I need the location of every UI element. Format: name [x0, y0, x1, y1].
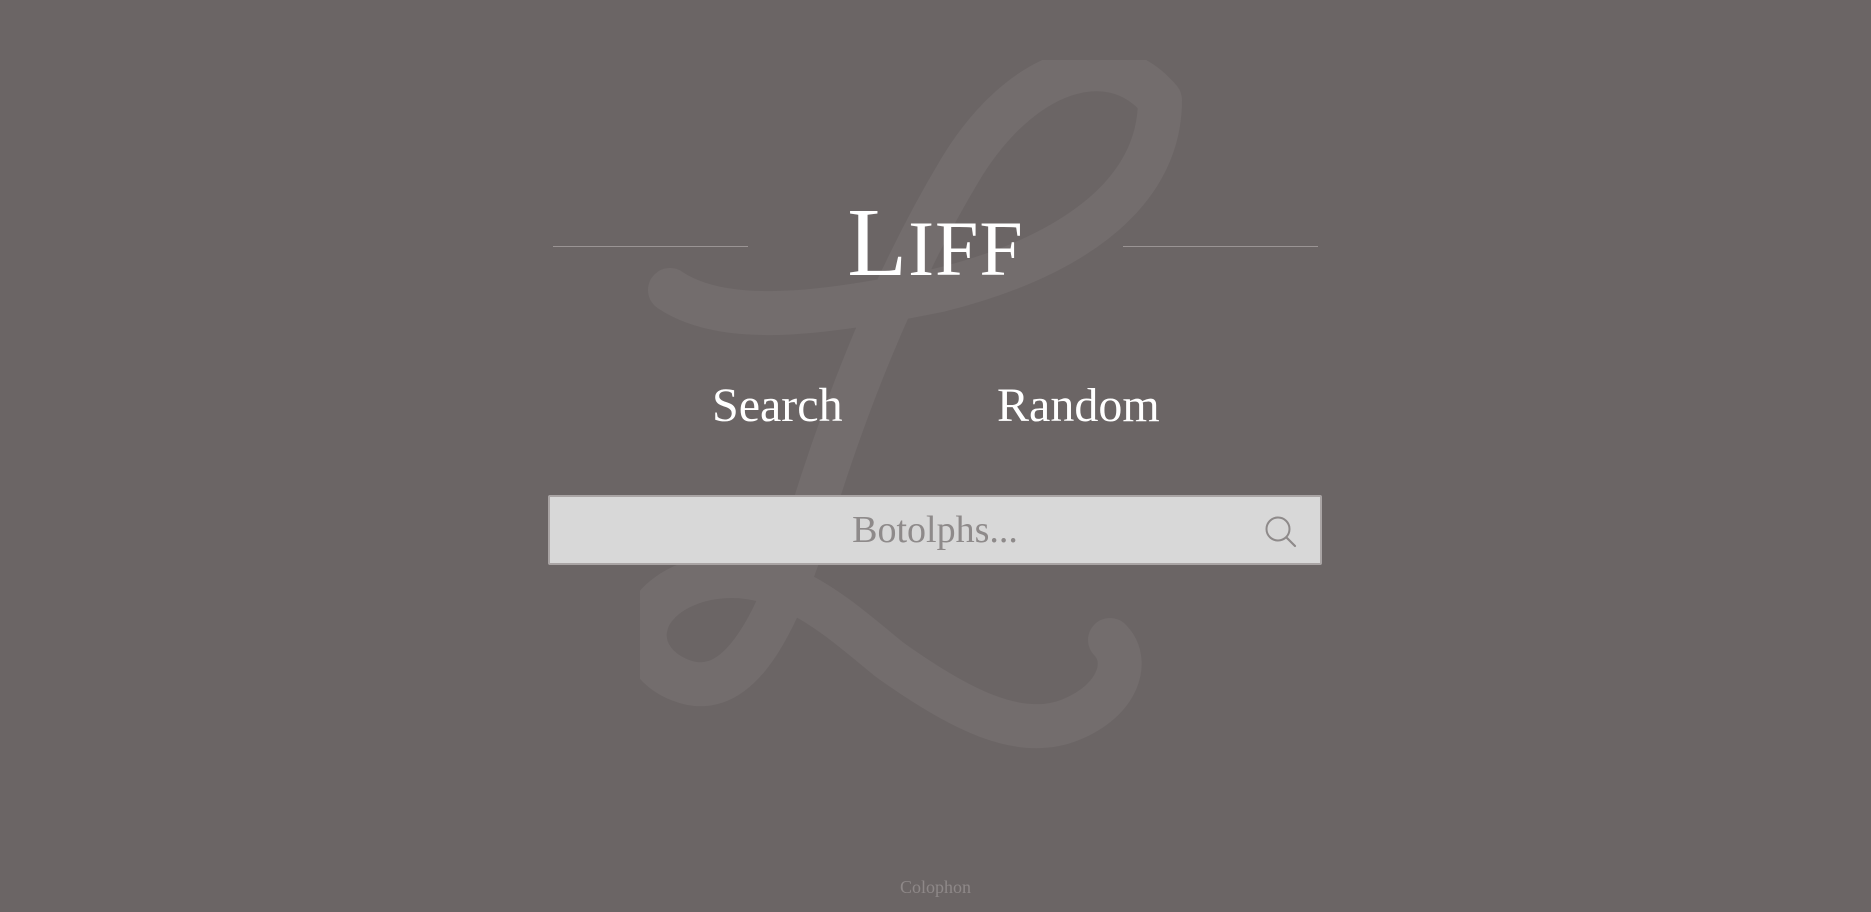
colophon-link[interactable]: Colophon	[0, 877, 1871, 898]
site-title-rest: IFF	[908, 205, 1024, 292]
background-script-l-mark	[640, 60, 1182, 749]
nav-random-link[interactable]: Random	[997, 378, 1160, 434]
nav-search-link[interactable]: Search	[712, 378, 843, 434]
search-box	[548, 495, 1322, 565]
site-title-initial: L	[847, 189, 909, 297]
site-title: LIFF	[748, 188, 1123, 304]
page: LIFF Search Random Colophon	[0, 0, 1871, 912]
search-input[interactable]	[550, 497, 1320, 563]
search-icon[interactable]	[1264, 515, 1298, 549]
title-rule-right	[1123, 246, 1318, 247]
title-rule-left	[553, 246, 748, 247]
